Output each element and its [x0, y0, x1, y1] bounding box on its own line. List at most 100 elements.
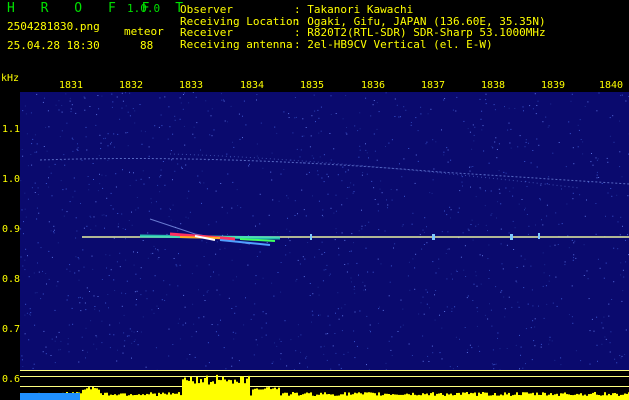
histogram-bar	[296, 392, 298, 400]
histogram-bar	[556, 393, 558, 400]
histogram-bar	[206, 375, 208, 400]
histogram-bar	[280, 395, 282, 400]
histogram-bar	[420, 395, 422, 400]
histogram-bar	[114, 394, 116, 400]
histogram-bar	[276, 389, 278, 400]
histogram-bar	[514, 394, 516, 400]
histogram-bar	[602, 395, 604, 400]
x-tick-label: 1832	[119, 80, 144, 91]
histogram-bar	[168, 392, 170, 400]
histogram-bar	[576, 393, 578, 400]
histogram-bar	[412, 392, 414, 400]
meteor-label: meteor	[124, 25, 164, 38]
histogram-bar	[536, 392, 538, 400]
spectrogram-plot	[20, 92, 629, 372]
histogram-bar	[194, 383, 196, 400]
histogram-bar	[444, 395, 446, 400]
app-logo: H R O F F T	[7, 1, 193, 16]
histogram-bar	[264, 388, 266, 400]
histogram-bar	[182, 379, 184, 400]
histogram-bar	[320, 392, 322, 400]
histogram-bar	[270, 389, 272, 400]
x-tick-label: 1840	[599, 80, 624, 91]
histogram-bar	[242, 376, 244, 400]
histogram-bar	[572, 395, 574, 400]
histogram-bar	[428, 395, 430, 400]
x-tick-label: 1835	[300, 80, 325, 91]
histogram-bar	[108, 395, 110, 400]
histogram-bar	[102, 395, 104, 400]
histogram-bar	[104, 392, 106, 400]
histogram-bar	[322, 394, 324, 400]
histogram-bar	[496, 395, 498, 400]
histogram-bar	[376, 395, 378, 400]
histogram-bar	[610, 395, 612, 400]
histogram-bar	[362, 394, 364, 400]
histogram-bar	[468, 394, 470, 400]
histogram-bar	[154, 393, 156, 400]
histogram-bar	[210, 382, 212, 400]
histogram-bar	[318, 394, 320, 400]
histogram-bar	[620, 394, 622, 400]
histogram-bar	[370, 392, 372, 400]
y-tick-label: 0.6	[2, 374, 21, 385]
histogram-bar	[178, 392, 180, 400]
histogram-bar	[506, 394, 508, 400]
histogram-bar	[250, 395, 252, 400]
histogram-bar	[550, 393, 552, 400]
histogram-bar	[188, 380, 190, 400]
spectrogram-background	[20, 92, 629, 372]
histogram-bar	[158, 392, 160, 400]
histogram-bar	[316, 394, 318, 400]
histogram-bar	[564, 392, 566, 400]
histogram-bar	[282, 393, 284, 400]
histogram-bar	[568, 394, 570, 400]
meteor-count: 88	[140, 39, 154, 52]
histogram-bar	[396, 394, 398, 400]
histogram-bar	[570, 395, 572, 400]
info-value: : 2el-HB9CV Vertical (el. E-W)	[294, 37, 493, 51]
histogram-bar	[546, 395, 548, 400]
histogram-bar	[328, 394, 330, 400]
histogram-bar	[398, 394, 400, 400]
info-row-antenna: Receiving antenna: 2el-HB9CV Vertical (e…	[180, 37, 546, 51]
histogram-bar	[126, 395, 128, 400]
histogram-bar	[490, 395, 492, 400]
histogram-bar	[146, 393, 148, 400]
histogram-bar	[404, 394, 406, 400]
histogram-bar	[258, 389, 260, 400]
histogram-bar	[560, 393, 562, 400]
histogram-bar	[510, 395, 512, 400]
histogram-bar	[426, 393, 428, 400]
histogram-bar	[274, 387, 276, 400]
histogram-bar	[98, 389, 100, 400]
histogram-bar	[462, 392, 464, 400]
histogram-bar	[174, 393, 176, 400]
histogram-bar	[226, 381, 228, 400]
histogram-bar	[380, 395, 382, 400]
x-tick-label: 1839	[541, 80, 566, 91]
histogram-bar	[502, 395, 504, 400]
histogram-bar	[162, 392, 164, 400]
histogram-bar	[356, 393, 358, 400]
histogram-bar	[278, 387, 280, 400]
histogram-bar	[438, 393, 440, 400]
histogram-bar	[364, 392, 366, 400]
histogram-bar	[340, 394, 342, 400]
histogram-bar	[256, 388, 258, 400]
histogram-bar	[236, 381, 238, 400]
histogram-bar	[248, 375, 250, 400]
histogram-bar	[586, 395, 588, 400]
y-tick-label: 1.0	[2, 174, 21, 185]
histogram-bar	[516, 392, 518, 400]
histogram-bar	[198, 383, 200, 400]
histogram-bar	[342, 394, 344, 400]
histogram-bar	[348, 392, 350, 400]
y-tick-label: 0.7	[2, 324, 21, 335]
histogram-bar	[266, 387, 268, 400]
histogram-bar	[598, 395, 600, 400]
histogram-bar	[532, 392, 534, 400]
histogram-bar	[152, 393, 154, 400]
histogram-bar	[346, 395, 348, 400]
histogram-bar	[526, 392, 528, 400]
